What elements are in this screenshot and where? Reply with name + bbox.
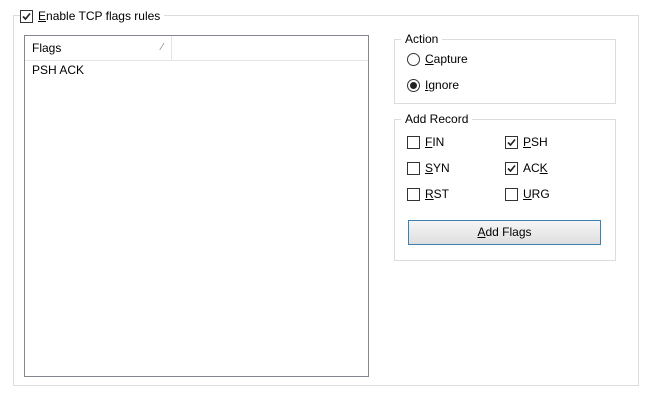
fin-label: FIN xyxy=(425,135,445,149)
list-item[interactable]: PSH ACK xyxy=(25,61,368,80)
radio-capture[interactable]: Capture xyxy=(407,51,468,67)
radio-capture-label: Capture xyxy=(425,52,468,66)
action-group: Action xyxy=(394,32,616,104)
urg-label: URG xyxy=(523,187,550,201)
action-group-title: Action xyxy=(401,32,443,46)
check-icon xyxy=(507,138,516,146)
psh-checkbox-box[interactable] xyxy=(505,135,518,149)
radio-selected-dot xyxy=(410,81,417,89)
add-record-group-title: Add Record xyxy=(401,112,473,126)
radio-ignore[interactable]: Ignore xyxy=(407,77,459,93)
syn-checkbox-box[interactable] xyxy=(407,161,420,175)
enable-checkbox-label: Enable TCP flags rules xyxy=(38,9,161,23)
check-icon xyxy=(22,12,31,20)
rst-checkbox-box[interactable] xyxy=(407,187,420,201)
checkbox-rst[interactable]: RST xyxy=(407,186,449,202)
add-flags-button[interactable]: Add Flags xyxy=(408,220,601,245)
fin-checkbox-box[interactable] xyxy=(407,135,420,149)
urg-checkbox-box[interactable] xyxy=(505,187,518,201)
checkbox-ack[interactable]: ACK xyxy=(505,160,548,176)
enable-checkbox-box[interactable] xyxy=(20,9,33,23)
psh-label: PSH xyxy=(523,135,548,149)
checkbox-psh[interactable]: PSH xyxy=(505,134,548,150)
checkbox-fin[interactable]: FIN xyxy=(407,134,444,150)
syn-label: SYN xyxy=(425,161,450,175)
enable-tcp-flags-checkbox[interactable]: Enable TCP flags rules xyxy=(20,8,165,24)
checkbox-urg[interactable]: URG xyxy=(505,186,550,202)
checkbox-syn[interactable]: SYN xyxy=(407,160,450,176)
radio-ignore-circle[interactable] xyxy=(407,78,420,92)
flags-list-header: Flags ⁄ xyxy=(25,36,368,61)
radio-ignore-label: Ignore xyxy=(425,78,460,92)
column-resize-icon: ⁄ xyxy=(161,42,163,53)
flags-list[interactable]: Flags ⁄ PSH ACK xyxy=(24,35,369,377)
radio-capture-circle[interactable] xyxy=(407,52,420,66)
ack-label: ACK xyxy=(523,161,548,175)
ack-checkbox-box[interactable] xyxy=(505,161,518,175)
rst-label: RST xyxy=(425,187,450,201)
column-header-flags[interactable]: Flags ⁄ xyxy=(25,36,172,60)
check-icon xyxy=(507,164,516,172)
